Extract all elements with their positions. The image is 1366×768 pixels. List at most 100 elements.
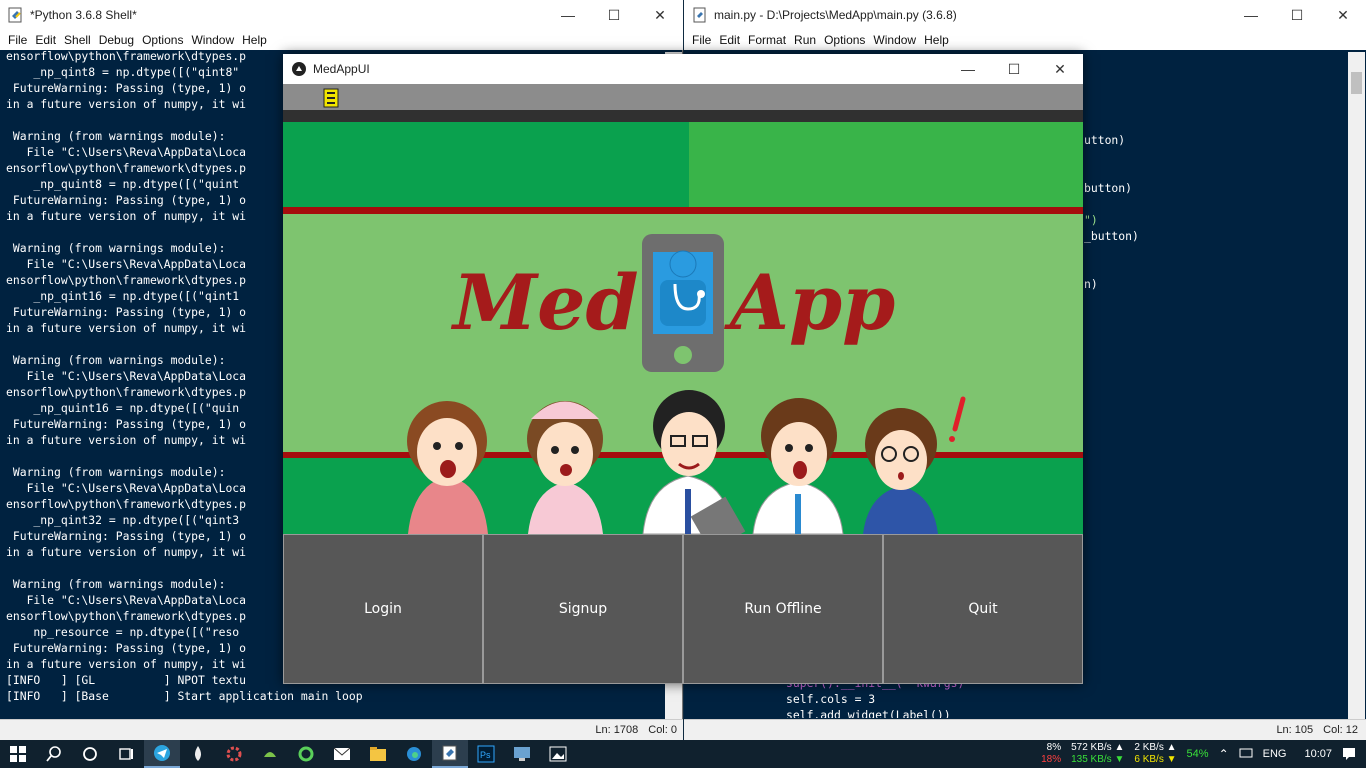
battery-percent[interactable]: 54% xyxy=(1187,748,1209,760)
network-icon[interactable] xyxy=(1239,747,1253,762)
task-view-icon[interactable] xyxy=(108,740,144,768)
menu-edit[interactable]: Edit xyxy=(719,33,748,47)
run-offline-button[interactable]: Run Offline xyxy=(683,534,883,684)
medappui-window[interactable]: MedAppUI — ☐ ✕ Med App Login Signup Run … xyxy=(283,54,1083,684)
character-woman xyxy=(407,401,488,534)
character-man xyxy=(752,398,844,534)
windows-start-icon[interactable] xyxy=(0,740,36,768)
menu-options[interactable]: Options xyxy=(142,33,191,47)
logo-text-app: App xyxy=(724,258,895,347)
editor-titlebar[interactable]: main.py - D:\Projects\MedApp\main.py (3.… xyxy=(684,0,1366,30)
cpu-meter: 8% 18% xyxy=(1041,742,1061,766)
language-indicator[interactable]: ENG xyxy=(1263,748,1287,760)
windows-taskbar: Ps 8% 18% 572 KB/s ▲ 135 KB/s ▼ 2 KB/s ▲… xyxy=(0,740,1366,768)
idle-taskbar-icon[interactable] xyxy=(432,740,468,768)
kivy-title: MedAppUI xyxy=(313,62,370,76)
menu-file[interactable]: File xyxy=(8,33,35,47)
cortana-icon[interactable] xyxy=(72,740,108,768)
code-fragment: n) xyxy=(1084,277,1098,291)
editor-status-ln: Ln: 105 xyxy=(1276,724,1314,736)
close-button[interactable]: ✕ xyxy=(637,0,683,30)
code-fragment: utton) xyxy=(1084,133,1126,147)
net-download: 135 KB/s ▼ xyxy=(1071,754,1125,765)
code-fragment: ") xyxy=(1084,213,1098,227)
menu-file[interactable]: File xyxy=(692,33,719,47)
close-button[interactable]: ✕ xyxy=(1320,0,1366,30)
photos-icon[interactable] xyxy=(540,740,576,768)
code-fragment: _button) xyxy=(1084,229,1139,243)
maximize-button[interactable]: ☐ xyxy=(1274,0,1320,30)
notification-icon[interactable] xyxy=(1342,746,1356,763)
character-boy xyxy=(863,396,966,534)
code-fragment: button) xyxy=(1084,181,1133,195)
cpu-usage: 8% xyxy=(1046,742,1062,753)
disk-upload: 2 KB/s ▲ xyxy=(1134,742,1177,753)
shell-menubar: File Edit Shell Debug Options Window Hel… xyxy=(0,30,683,50)
menu-help[interactable]: Help xyxy=(242,33,275,47)
editor-menubar: File Edit Format Run Options Window Help xyxy=(684,30,1366,50)
python-idle-icon xyxy=(8,7,24,23)
close-button[interactable]: ✕ xyxy=(1037,54,1083,84)
search-icon[interactable] xyxy=(36,740,72,768)
editor-title: main.py - D:\Projects\MedApp\main.py (3.… xyxy=(714,8,957,22)
clock[interactable]: 10:07 xyxy=(1304,748,1332,760)
kivy-titlebar[interactable]: MedAppUI — ☐ ✕ xyxy=(283,54,1083,84)
file-explorer-icon[interactable] xyxy=(360,740,396,768)
menu-window[interactable]: Window xyxy=(873,33,924,47)
action-bar-divider xyxy=(283,110,1083,122)
telegram-icon[interactable] xyxy=(144,740,180,768)
header-band-right xyxy=(689,122,1083,208)
menu-format[interactable]: Format xyxy=(748,33,794,47)
remote-desktop-icon[interactable] xyxy=(504,740,540,768)
header-band-left xyxy=(283,122,689,208)
signup-button[interactable]: Signup xyxy=(483,534,683,684)
menu-debug[interactable]: Debug xyxy=(99,33,142,47)
menu-edit[interactable]: Edit xyxy=(35,33,64,47)
action-button-row: Login Signup Run Offline Quit xyxy=(283,534,1083,684)
quit-button[interactable]: Quit xyxy=(883,534,1083,684)
phone-doctor-icon xyxy=(642,234,724,372)
menu-shell[interactable]: Shell xyxy=(64,33,99,47)
editor-status-col: Col: 12 xyxy=(1323,724,1358,736)
water-drop-icon[interactable] xyxy=(180,740,216,768)
editor-scrollbar[interactable] xyxy=(1348,52,1365,719)
logo-text-med: Med xyxy=(450,258,639,347)
edge-icon[interactable] xyxy=(396,740,432,768)
shell-statusbar: Ln: 1708 Col: 0 xyxy=(0,719,683,740)
login-button[interactable]: Login xyxy=(283,534,483,684)
maximize-button[interactable]: ☐ xyxy=(591,0,637,30)
menu-window[interactable]: Window xyxy=(191,33,242,47)
minimize-button[interactable]: — xyxy=(945,54,991,84)
character-doctor xyxy=(642,390,746,534)
net-upload: 572 KB/s ▲ xyxy=(1071,742,1125,753)
network-meter: 572 KB/s ▲ 135 KB/s ▼ xyxy=(1071,742,1124,766)
photoshop-icon[interactable]: Ps xyxy=(468,740,504,768)
maximize-button[interactable]: ☐ xyxy=(991,54,1037,84)
android-studio-icon[interactable] xyxy=(252,740,288,768)
shell-titlebar[interactable]: *Python 3.6.8 Shell* — ☐ ✕ xyxy=(0,0,683,30)
action-bar xyxy=(283,84,1083,110)
menu-run[interactable]: Run xyxy=(794,33,824,47)
mail-icon[interactable] xyxy=(324,740,360,768)
code-line: self.cols = 3 xyxy=(786,692,876,706)
chevron-up-icon[interactable]: ⌃ xyxy=(1219,747,1229,761)
minimize-button[interactable]: — xyxy=(1228,0,1274,30)
gear-app-icon[interactable] xyxy=(216,740,252,768)
disk-meter: 2 KB/s ▲ 6 KB/s ▼ xyxy=(1134,742,1176,766)
kivy-icon xyxy=(291,61,307,77)
code-line: self.add_widget(Label()) xyxy=(786,708,951,718)
disk-download: 6 KB/s ▼ xyxy=(1134,754,1177,765)
medapp-banner: Med App xyxy=(407,234,966,534)
refresh-app-icon[interactable] xyxy=(288,740,324,768)
cpu-usage-2: 18% xyxy=(1041,754,1062,765)
python-file-icon xyxy=(692,7,708,23)
shell-title: *Python 3.6.8 Shell* xyxy=(30,8,137,22)
character-nurse xyxy=(527,401,603,534)
svg-text:Ps: Ps xyxy=(480,750,491,760)
scrollbar-thumb[interactable] xyxy=(1351,72,1362,94)
red-divider xyxy=(283,207,1083,214)
menu-help[interactable]: Help xyxy=(924,33,957,47)
menu-options[interactable]: Options xyxy=(824,33,873,47)
minimize-button[interactable]: — xyxy=(545,0,591,30)
shell-status-ln: Ln: 1708 xyxy=(595,724,639,736)
